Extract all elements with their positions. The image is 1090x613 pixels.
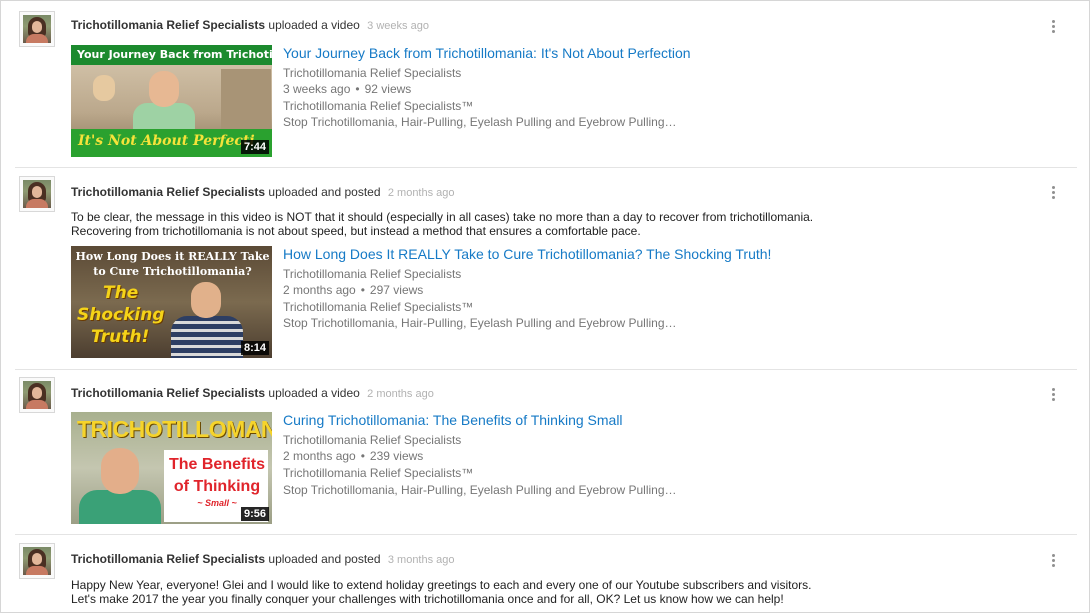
thumbnail-caption-line: How Long Does it REALLY Take [75, 250, 270, 263]
channel-avatar[interactable] [19, 176, 55, 212]
thumbnail-caption-line: Truth! [91, 327, 150, 347]
thumbnail-caption-shock: The Shocking Truth! [77, 282, 165, 348]
channel-avatar[interactable] [19, 377, 55, 413]
thumbnail-caption-line: of Thinking [173, 478, 261, 495]
channel-name-link[interactable]: Trichotillomania Relief Specialists [71, 386, 265, 400]
video-thumbnail[interactable]: The Benefits of Thinking ~ Small ~ TRICH… [71, 412, 272, 524]
divider [15, 369, 1077, 370]
vertical-dots-menu-icon[interactable] [1047, 18, 1061, 36]
channel-name-link[interactable]: Trichotillomania Relief Specialists [71, 18, 265, 32]
post-text-line: To be clear, the message in this video i… [71, 210, 814, 224]
person-head-shape [191, 282, 221, 318]
activity-time: 3 weeks ago [367, 20, 429, 32]
channel-name-link[interactable]: Trichotillomania Relief Specialists [71, 185, 265, 199]
avatar-image [23, 381, 51, 409]
video-age: 2 months ago [283, 449, 356, 463]
video-owner: Trichotillomania Relief Specialists™ [283, 99, 474, 113]
thumbnail-caption-line: Shocking [77, 305, 165, 325]
activity-feed: Trichotillomania Relief Specialists uplo… [0, 0, 1090, 613]
feed-item-header: Trichotillomania Relief Specialists uplo… [71, 185, 455, 199]
person-shape [171, 316, 243, 358]
thumbnail-caption-line: to Cure Trichotillomania? [93, 265, 252, 278]
activity-action: uploaded a video [268, 386, 360, 400]
video-thumbnail[interactable]: Your Journey Back from Trichotillomania … [71, 45, 272, 157]
channel-avatar[interactable] [19, 543, 55, 579]
person-head-shape [101, 448, 139, 494]
thumbnail-caption-line: The [103, 283, 139, 303]
video-stats: 2 months ago • 239 views [283, 449, 424, 463]
video-duration: 7:44 [240, 140, 269, 154]
video-channel[interactable]: Trichotillomania Relief Specialists [283, 267, 461, 281]
thumbnail-caption-top: TRICHOTILLOMANIA [77, 416, 272, 442]
video-duration: 9:56 [240, 507, 269, 521]
video-title-link[interactable]: How Long Does It REALLY Take to Cure Tri… [283, 246, 771, 262]
activity-action: uploaded and posted [268, 185, 381, 199]
video-age: 2 months ago [283, 283, 356, 297]
post-text-line: Happy New Year, everyone! Glei and I wou… [71, 578, 812, 592]
thumbnail-caption-line: The Benefits [168, 456, 265, 473]
video-description: Stop Trichotillomania, Hair-Pulling, Eye… [283, 115, 677, 129]
video-views: 239 views [369, 449, 424, 463]
video-thumbnail[interactable]: How Long Does it REALLY Take to Cure Tri… [71, 246, 272, 358]
thumbnail-caption-top: How Long Does it REALLY Take to Cure Tri… [75, 249, 270, 279]
video-owner: Trichotillomania Relief Specialists™ [283, 466, 474, 480]
activity-time: 3 months ago [387, 554, 455, 566]
activity-time: 2 months ago [367, 388, 434, 400]
avatar-image [23, 15, 51, 43]
feed-item-header: Trichotillomania Relief Specialists uplo… [71, 18, 429, 32]
divider [15, 534, 1077, 535]
divider [15, 167, 1077, 168]
channel-avatar[interactable] [19, 11, 55, 47]
video-stats: 2 months ago • 297 views [283, 283, 424, 297]
video-views: 297 views [369, 283, 424, 297]
person-shape [79, 490, 161, 524]
activity-action: uploaded and posted [268, 552, 381, 566]
video-description: Stop Trichotillomania, Hair-Pulling, Eye… [283, 483, 677, 497]
feed-item-header: Trichotillomania Relief Specialists uplo… [71, 552, 455, 566]
video-title-link[interactable]: Your Journey Back from Trichotillomania:… [283, 45, 691, 61]
video-stats: 3 weeks ago • 92 views [283, 82, 412, 96]
person-head-shape [149, 71, 179, 107]
vertical-dots-menu-icon[interactable] [1047, 184, 1061, 202]
video-channel[interactable]: Trichotillomania Relief Specialists [283, 66, 461, 80]
thumbnail-caption-benefits: The Benefits of Thinking [167, 454, 267, 498]
vertical-dots-menu-icon[interactable] [1047, 552, 1061, 570]
avatar-image [23, 547, 51, 575]
activity-action: uploaded a video [268, 18, 360, 32]
post-text-line: Recovering from trichotillomania is not … [71, 224, 641, 238]
video-description: Stop Trichotillomania, Hair-Pulling, Eye… [283, 316, 677, 330]
shelf-shape [221, 69, 271, 129]
video-duration: 8:14 [240, 341, 269, 355]
avatar-image [23, 180, 51, 208]
feed-item-header: Trichotillomania Relief Specialists uplo… [71, 386, 434, 400]
video-age: 3 weeks ago [283, 82, 351, 96]
thumbnail-caption-top: Your Journey Back from Trichotillomania [77, 48, 272, 61]
channel-name-link[interactable]: Trichotillomania Relief Specialists [71, 552, 265, 566]
thumbnail-caption-bottom: It's Not About Perfecti [78, 133, 255, 149]
video-title-link[interactable]: Curing Trichotillomania: The Benefits of… [283, 412, 623, 428]
lamp-shape [93, 75, 115, 101]
video-owner: Trichotillomania Relief Specialists™ [283, 300, 474, 314]
post-text-line: Let's make 2017 the year you finally con… [71, 592, 784, 606]
video-channel[interactable]: Trichotillomania Relief Specialists [283, 433, 461, 447]
activity-time: 2 months ago [387, 187, 455, 199]
video-views: 92 views [364, 82, 412, 96]
vertical-dots-menu-icon[interactable] [1047, 386, 1061, 404]
